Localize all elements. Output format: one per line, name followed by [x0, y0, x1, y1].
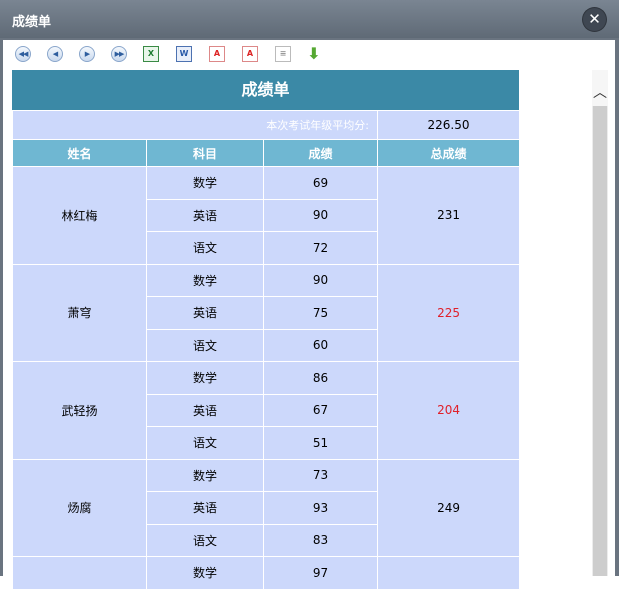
dialog-content: ◀◀ ◀ ▶ ▶▶ X W A A ≡ ⬇ 成绩单 本次考试年级平均分: 226…	[3, 40, 615, 590]
dialog-titlebar[interactable]: 成绩单 ✕	[0, 0, 619, 38]
score-cell: 69	[262, 166, 379, 200]
next-page-icon[interactable]: ▶	[79, 46, 95, 62]
subject-cell: 英语	[146, 393, 264, 427]
score-cell: 73	[262, 458, 379, 492]
student-name: 炀腐	[12, 458, 147, 557]
table-row: 数学 97	[12, 556, 521, 590]
first-page-icon[interactable]: ◀◀	[15, 46, 31, 62]
export-text-icon[interactable]: ≡	[275, 46, 291, 62]
table-header-row: 姓名 科目 成绩 总成绩	[12, 139, 521, 167]
header-score: 成绩	[262, 139, 379, 167]
header-name: 姓名	[12, 139, 147, 167]
student-name: 萧穹	[12, 263, 147, 362]
header-total: 总成绩	[377, 139, 521, 167]
total-score: 225	[377, 263, 521, 362]
table-row: 炀腐 数学 73 249	[12, 458, 521, 557]
score-cell: 90	[262, 263, 379, 297]
dialog-title: 成绩单	[12, 15, 52, 30]
scroll-thumb[interactable]	[593, 106, 607, 576]
score-cell: 75	[262, 296, 379, 330]
average-value: 226.50	[377, 110, 521, 140]
score-cell: 86	[262, 361, 379, 395]
export-pdf-icon[interactable]: A	[209, 46, 225, 62]
student-name	[12, 556, 147, 590]
table-row: 林红梅 数学 69 231	[12, 166, 521, 265]
download-icon[interactable]: ⬇	[306, 46, 322, 62]
vertical-scrollbar[interactable]: ︿	[592, 70, 608, 576]
score-cell: 60	[262, 328, 379, 362]
scroll-up-icon[interactable]: ︿	[592, 70, 608, 106]
student-name: 武轻扬	[12, 361, 147, 460]
report-sheet: 成绩单 本次考试年级平均分: 226.50 姓名 科目 成绩 总成绩 林红梅 数学…	[11, 70, 521, 590]
score-cell: 93	[262, 491, 379, 525]
subject-cell: 英语	[146, 198, 264, 232]
export-excel-icon[interactable]: X	[143, 46, 159, 62]
score-cell: 72	[262, 231, 379, 265]
subject-cell: 数学	[146, 458, 264, 492]
subject-cell: 数学	[146, 166, 264, 200]
subject-cell: 语文	[146, 523, 264, 557]
report-title: 成绩单	[12, 70, 519, 110]
report-toolbar: ◀◀ ◀ ▶ ▶▶ X W A A ≡ ⬇	[9, 43, 609, 65]
subject-cell: 数学	[146, 361, 264, 395]
subject-cell: 数学	[146, 556, 264, 590]
subject-cell: 语文	[146, 426, 264, 460]
header-subject: 科目	[146, 139, 264, 167]
total-score: 249	[377, 458, 521, 557]
export-word-icon[interactable]: W	[176, 46, 192, 62]
total-score	[377, 556, 521, 590]
score-cell: 83	[262, 523, 379, 557]
subject-cell: 语文	[146, 328, 264, 362]
score-cell: 67	[262, 393, 379, 427]
total-score: 231	[377, 166, 521, 265]
score-cell: 90	[262, 198, 379, 232]
score-cell: 97	[262, 556, 379, 590]
prev-page-icon[interactable]: ◀	[47, 46, 63, 62]
average-row: 本次考试年级平均分: 226.50	[11, 110, 521, 140]
score-cell: 51	[262, 426, 379, 460]
table-row: 武轻扬 数学 86 204	[12, 361, 521, 460]
last-page-icon[interactable]: ▶▶	[111, 46, 127, 62]
close-icon[interactable]: ✕	[583, 8, 606, 31]
average-label: 本次考试年级平均分:	[11, 110, 379, 140]
subject-cell: 英语	[146, 296, 264, 330]
grades-body: 林红梅 数学 69 231 英语 90 语文 72 萧穹 数学 90 225 英语 75 语文 60 武轻扬 数学…	[12, 166, 521, 590]
report-dialog: 成绩单 ✕ ◀◀ ◀ ▶ ▶▶ X W A A ≡ ⬇ 成绩单 本次考试年级平均…	[0, 0, 619, 590]
export-pdf-alt-icon[interactable]: A	[242, 46, 258, 62]
subject-cell: 语文	[146, 231, 264, 265]
subject-cell: 数学	[146, 263, 264, 297]
table-row: 萧穹 数学 90 225	[12, 263, 521, 362]
subject-cell: 英语	[146, 491, 264, 525]
student-name: 林红梅	[12, 166, 147, 265]
grades-table: 本次考试年级平均分: 226.50 姓名 科目 成绩 总成绩 林红梅 数学 69 23…	[11, 110, 521, 590]
total-score: 204	[377, 361, 521, 460]
